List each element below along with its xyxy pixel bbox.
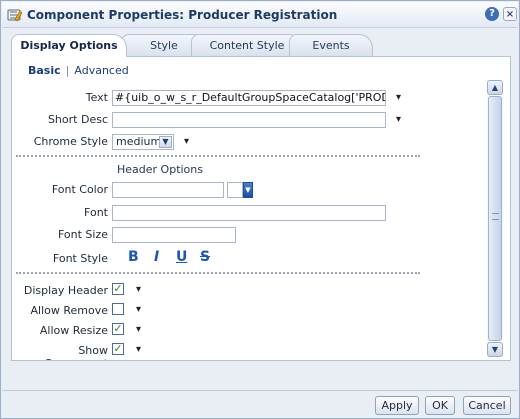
subtab-bar: Basic | Advanced	[28, 64, 129, 77]
font-color-field[interactable]	[112, 182, 224, 198]
dialog-titlebar: Component Properties: Producer Registrat…	[2, 2, 518, 28]
chrome-style-options-chevron-icon[interactable]: ▾	[184, 136, 189, 147]
grip-icon	[492, 213, 499, 220]
italic-icon[interactable]: I	[154, 249, 159, 265]
allow-resize-label: Allow Resize	[39, 324, 108, 337]
underline-icon[interactable]: U	[176, 249, 187, 265]
display-header-checkbox[interactable]: ✓	[112, 283, 124, 295]
section-divider	[16, 155, 420, 157]
subtab-advanced[interactable]: Advanced	[74, 64, 128, 77]
properties-form: Text #{uib_o_w_s_r_DefaultGroupSpaceCata…	[12, 79, 486, 360]
dialog-title: Component Properties: Producer Registrat…	[27, 8, 338, 22]
font-size-field[interactable]	[112, 227, 236, 243]
subtab-separator: |	[65, 64, 70, 77]
apply-button[interactable]: Apply	[375, 396, 419, 415]
show-component-checkbox[interactable]: ✓	[112, 343, 124, 355]
dialog-footer: Apply OK Cancel	[2, 390, 518, 418]
bold-icon[interactable]: B	[128, 249, 139, 265]
scroll-down-icon[interactable]: ▼	[487, 342, 503, 357]
short-desc-label: Short Desc	[47, 113, 108, 126]
font-size-label: Font Size	[57, 228, 108, 241]
scroll-thumb[interactable]	[488, 96, 502, 341]
show-component-label: Show Component	[44, 344, 108, 360]
scroll-up-icon[interactable]: ▲	[487, 80, 503, 95]
tab-bar: Display Options Style Content Style Even…	[11, 34, 511, 57]
color-picker-dropdown-icon[interactable]: ▼	[243, 182, 253, 198]
short-desc-options-chevron-icon[interactable]: ▾	[396, 114, 401, 125]
header-options-title: Header Options	[117, 163, 203, 176]
short-desc-field[interactable]	[112, 112, 386, 128]
ok-button[interactable]: OK	[425, 396, 455, 415]
subtab-basic[interactable]: Basic	[28, 64, 61, 77]
text-field[interactable]: #{uib_o_w_s_r_DefaultGroupSpaceCatalog['…	[112, 90, 386, 106]
close-icon[interactable]: ×	[503, 7, 517, 21]
section-divider	[16, 272, 420, 274]
chrome-style-select[interactable]: medium ▼	[112, 134, 174, 150]
chevron-down-icon: ▼	[159, 136, 172, 148]
font-label: Font	[84, 206, 108, 219]
display-header-options-chevron-icon[interactable]: ▾	[136, 284, 141, 295]
chrome-style-value: medium	[116, 135, 162, 148]
component-properties-dialog: Component Properties: Producer Registrat…	[0, 0, 520, 419]
allow-remove-label: Allow Remove	[30, 304, 109, 317]
allow-resize-checkbox[interactable]: ✓	[112, 323, 124, 335]
vertical-scrollbar[interactable]: ▲ ▼	[487, 80, 503, 357]
text-label: Text	[85, 91, 108, 104]
tab-events[interactable]: Events	[289, 34, 373, 56]
tab-display-options[interactable]: Display Options	[11, 34, 127, 57]
allow-remove-checkbox[interactable]	[112, 303, 124, 315]
help-icon[interactable]: ?	[485, 7, 499, 21]
cancel-button[interactable]: Cancel	[463, 396, 511, 415]
allow-resize-options-chevron-icon[interactable]: ▾	[136, 324, 141, 335]
tab-panel: Basic | Advanced Text #{uib_o_w_s_r_Defaul…	[11, 56, 511, 361]
chrome-style-label: Chrome Style	[33, 135, 108, 148]
font-style-label: Font Style	[52, 252, 108, 265]
properties-icon	[7, 9, 23, 22]
text-options-chevron-icon[interactable]: ▾	[396, 92, 401, 103]
show-component-options-chevron-icon[interactable]: ▾	[136, 344, 141, 355]
strikethrough-icon[interactable]: S	[200, 249, 210, 265]
font-field[interactable]	[112, 205, 386, 221]
display-header-label: Display Header	[23, 284, 108, 297]
tab-content-style[interactable]: Content Style	[191, 34, 303, 56]
font-color-swatch[interactable]	[227, 182, 243, 198]
font-color-label: Font Color	[51, 183, 108, 196]
allow-remove-options-chevron-icon[interactable]: ▾	[136, 304, 141, 315]
